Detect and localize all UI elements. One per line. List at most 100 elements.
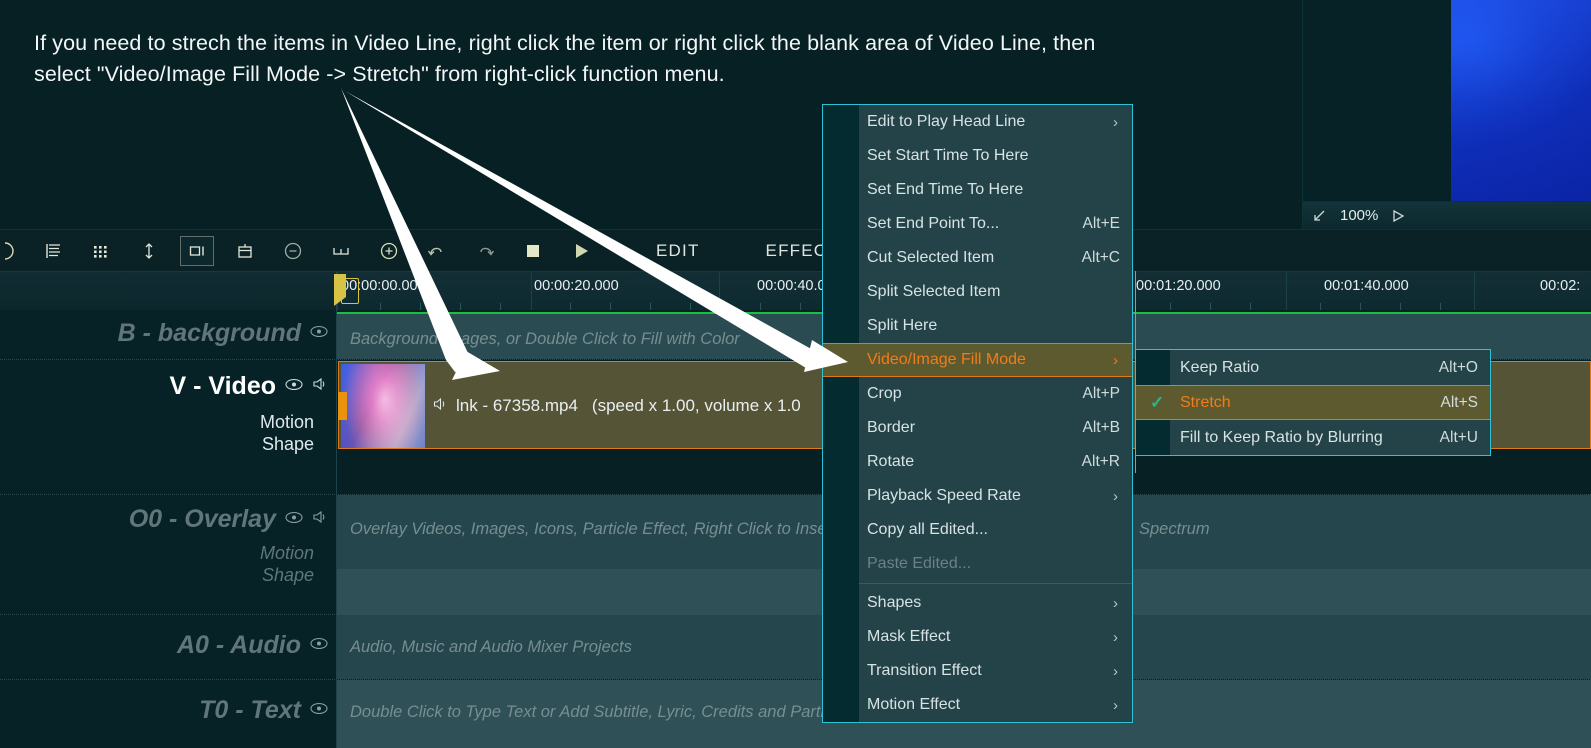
context-menu-item-shortcut: Alt+B (1082, 419, 1120, 436)
chevron-right-icon: › (1113, 662, 1118, 680)
stop-icon[interactable] (516, 236, 550, 266)
track-sub-overlay: Motion Shape (260, 542, 314, 586)
context-menu-item[interactable]: Cut Selected Item Alt+C (823, 241, 1132, 275)
submenu-item[interactable]: ✓ Stretch Alt+S (1136, 385, 1490, 420)
placeholder-text: Double Click to Type Text or Add Subtitl… (350, 703, 846, 721)
track-name-audio: A0 - Audio (176, 631, 301, 659)
clip-thumbnail (341, 364, 425, 448)
submenu-item[interactable]: Keep Ratio Alt+O (1136, 350, 1490, 385)
grid-dots-icon[interactable] (84, 236, 118, 266)
context-menu-item-label: Border (867, 419, 916, 436)
context-menu-item-label: Crop (867, 385, 902, 402)
eye-icon[interactable] (285, 511, 303, 529)
context-menu-item[interactable]: Crop Alt+P (823, 377, 1132, 411)
chevron-right-icon: › (1113, 487, 1118, 505)
track-header-video[interactable]: V - Video Motion Shape (0, 360, 337, 494)
context-menu-item[interactable]: Motion Effect › (823, 688, 1132, 722)
context-menu-item[interactable]: Transition Effect › (823, 654, 1132, 688)
context-menu-item[interactable]: Split Here (823, 309, 1132, 343)
undo-icon[interactable] (420, 236, 454, 266)
context-menu-item[interactable]: Set Start Time To Here (823, 139, 1132, 173)
context-menu-item[interactable]: Edit to Play Head Line › (823, 105, 1132, 139)
track-audio[interactable]: A0 - Audio Audio, Music and Audio Mixer … (0, 615, 1591, 680)
context-menu-item-label: Mask Effect (867, 628, 951, 645)
context-menu-item[interactable]: Mask Effect › (823, 620, 1132, 654)
context-menu-item[interactable]: Border Alt+B (823, 411, 1132, 445)
track-overlay[interactable]: O0 - Overlay Motion Shape Overlay Videos… (0, 495, 1591, 615)
track-text[interactable]: T0 - Text Double Click to Type Text or A… (0, 680, 1591, 748)
preview-panel: 100% (1302, 0, 1591, 229)
submenu-item-label: Stretch (1180, 393, 1231, 411)
eye-icon[interactable] (310, 637, 328, 655)
redo-icon[interactable] (468, 236, 502, 266)
context-menu-item[interactable]: Rotate Alt+R (823, 445, 1132, 479)
timeline-ruler[interactable]: 00:00:00.000 00:00:20.000 00:00:40.000 0… (0, 271, 1591, 310)
vertical-resize-icon[interactable] (132, 236, 166, 266)
track-sub-motion[interactable]: Motion (260, 411, 314, 433)
playhead-handle[interactable] (341, 278, 359, 304)
context-menu-item[interactable]: Set End Point To... Alt+E (823, 207, 1132, 241)
context-menu-item-label: Copy all Edited... (867, 521, 988, 538)
context-menu-item-label: Set End Point To... (867, 215, 1000, 232)
track-header-background[interactable]: B - background (0, 310, 337, 359)
track-name-overlay: O0 - Overlay (128, 505, 276, 533)
placeholder-background: Background Images, or Double Click to Fi… (350, 330, 740, 348)
context-menu-item-shortcut: Alt+R (1081, 453, 1120, 470)
play-triangle-icon[interactable] (1390, 208, 1406, 224)
context-menu-item-shortcut: Alt+E (1082, 215, 1120, 232)
context-menu-item[interactable]: Playback Speed Rate › (823, 479, 1132, 513)
fill-mode-submenu[interactable]: Keep Ratio Alt+O ✓ Stretch Alt+S Fill to Keep… (1135, 349, 1491, 456)
eye-icon[interactable] (285, 378, 303, 396)
context-menu-item-label: Rotate (867, 453, 915, 470)
list-lines-icon[interactable] (36, 236, 70, 266)
context-menu[interactable]: Edit to Play Head Line › Set Start Time To… (822, 104, 1133, 723)
speaker-icon[interactable] (312, 510, 328, 529)
snap-left-icon[interactable] (180, 235, 214, 266)
chevron-right-icon: › (1113, 113, 1118, 131)
preview-toolbar: 100% (1303, 201, 1591, 229)
context-menu-item-label: Playback Speed Rate (867, 487, 1021, 504)
tab-edit[interactable]: EDIT (656, 241, 700, 261)
chevron-right-icon: › (1113, 351, 1118, 369)
track-name-text: T0 - Text (199, 696, 301, 724)
tab-effect[interactable]: EFFEC (766, 241, 828, 261)
ruler-tick-5: 00:02: (1540, 278, 1581, 294)
context-menu-item-label: Motion Effect (867, 696, 961, 713)
track-header-overlay[interactable]: O0 - Overlay Motion Shape (0, 495, 337, 614)
clip-details: (speed x 1.00, volume x 1.0 (591, 396, 801, 415)
placeholder-overlay-spectrum: Spectrum (1139, 520, 1210, 538)
eye-icon[interactable] (310, 702, 328, 720)
track-sub-shape[interactable]: Shape (260, 564, 314, 586)
calendar-icon[interactable] (228, 236, 262, 266)
context-menu-item[interactable]: Split Selected Item (823, 275, 1132, 309)
context-menu-item-label: Split Here (867, 317, 938, 334)
clip-label: lnk - 67358.mp4 (speed x 1.00, volume x … (433, 362, 801, 450)
context-menu-item: Paste Edited... (823, 547, 1132, 581)
track-sub-motion[interactable]: Motion (260, 542, 314, 564)
context-menu-item-label: Set End Time To Here (867, 181, 1024, 198)
fit-range-icon[interactable] (324, 236, 358, 266)
play-icon[interactable] (564, 236, 598, 266)
zoom-in-icon[interactable] (372, 236, 406, 266)
context-menu-item[interactable]: Copy all Edited... (823, 513, 1132, 547)
submenu-item[interactable]: Fill to Keep Ratio by Blurring Alt+U (1136, 420, 1490, 455)
context-menu-item-label: Video/Image Fill Mode (867, 351, 1026, 368)
clip-left-handle[interactable] (338, 392, 347, 420)
context-menu-item[interactable]: Shapes › (823, 586, 1132, 620)
track-sub-shape[interactable]: Shape (260, 433, 314, 455)
zoom-out-icon[interactable] (276, 236, 310, 266)
zoom-fit-icon[interactable] (1310, 207, 1328, 225)
speaker-icon[interactable] (312, 377, 328, 396)
context-menu-item[interactable]: Video/Image Fill Mode › (823, 343, 1132, 377)
partial-circle-icon[interactable] (0, 236, 22, 266)
eye-icon[interactable] (310, 325, 328, 343)
ruler-left-gutter (0, 272, 337, 310)
context-menu-item-label: Paste Edited... (867, 555, 972, 572)
context-menu-item-shortcut: Alt+P (1082, 385, 1120, 402)
ruler-tick-3: 00:01:20.000 (1136, 278, 1221, 294)
track-header-text[interactable]: T0 - Text (0, 680, 337, 748)
track-name-background: B - background (117, 319, 301, 347)
preview-canvas (1303, 0, 1591, 201)
track-header-audio[interactable]: A0 - Audio (0, 615, 337, 679)
context-menu-item[interactable]: Set End Time To Here (823, 173, 1132, 207)
